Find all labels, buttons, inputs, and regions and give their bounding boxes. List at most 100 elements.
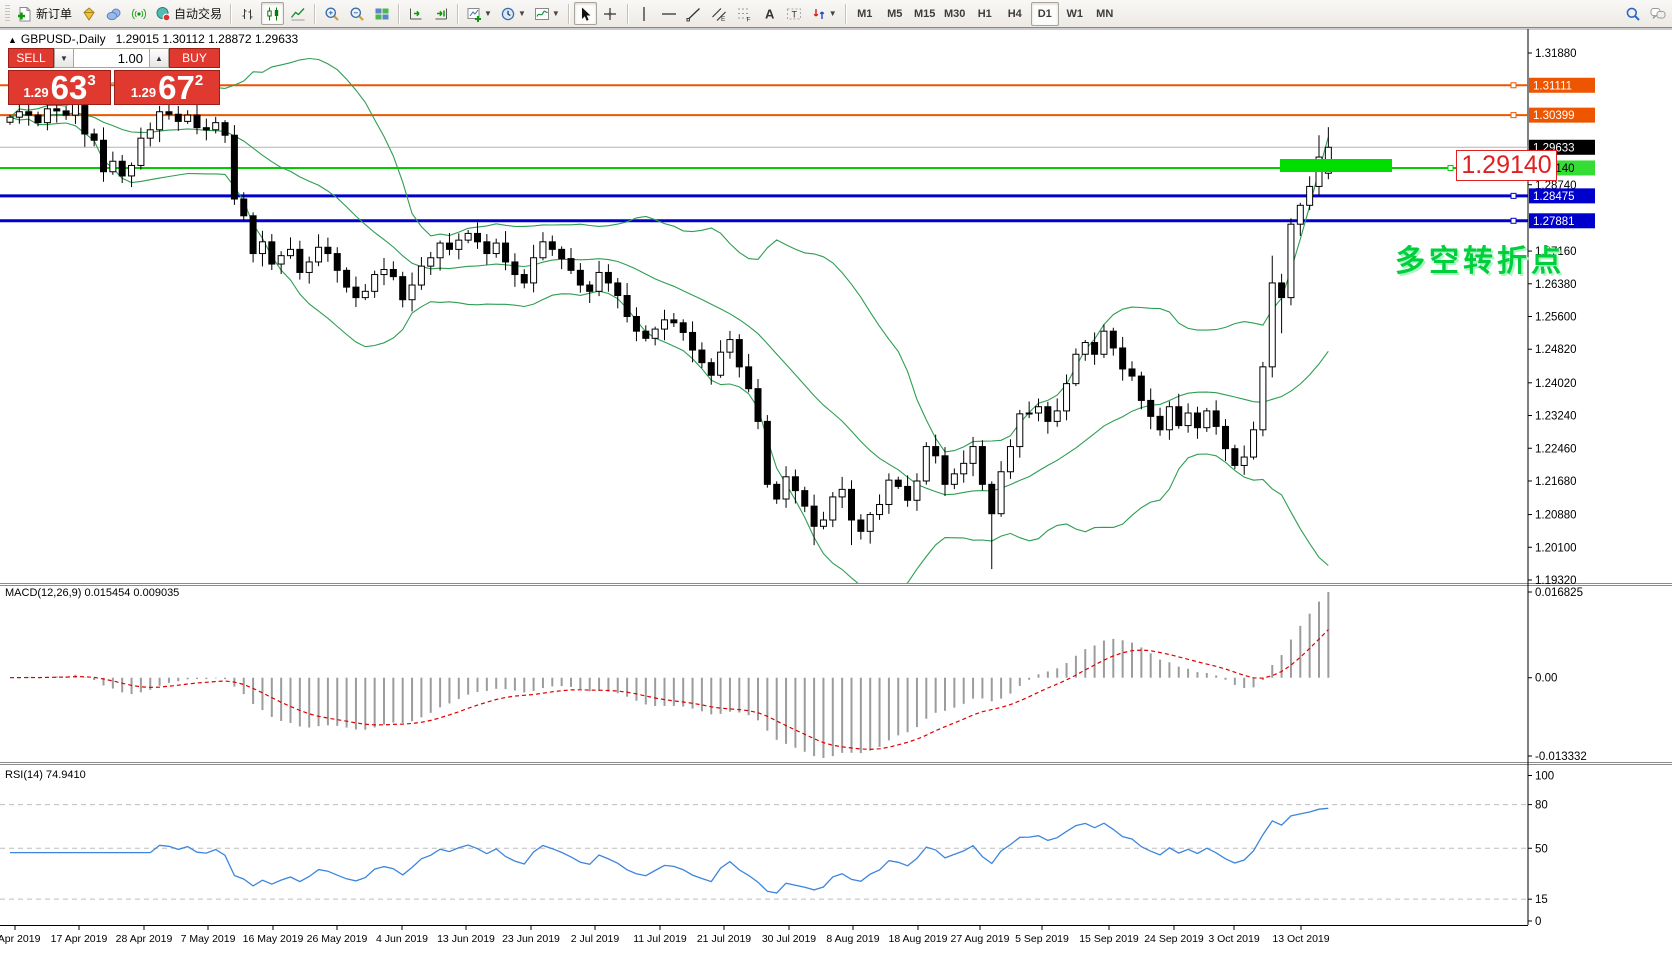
timeframe-m15-button[interactable]: M15 [911, 2, 939, 26]
candle-body [830, 497, 836, 520]
candle-body [1073, 354, 1079, 383]
price-label-1.30399-text: 1.30399 [1533, 110, 1575, 122]
candle-body [1307, 186, 1313, 205]
line-marker[interactable] [1511, 218, 1516, 223]
collapse-trade-panel-icon[interactable]: ▲ [8, 35, 17, 45]
price-tick-label: 1.24820 [1535, 344, 1577, 356]
templates-button[interactable]: ▼ [531, 2, 563, 25]
signals-button[interactable] [127, 2, 150, 25]
candle-body [1251, 430, 1257, 457]
candle-body [334, 254, 340, 271]
zoom-out-button[interactable] [345, 2, 368, 25]
timeframe-m1-button[interactable]: M1 [851, 2, 879, 26]
community-button[interactable] [102, 2, 125, 25]
candle-body [1204, 411, 1210, 428]
candle-body [605, 272, 611, 282]
timeframe-m30-button[interactable]: M30 [941, 2, 969, 26]
candle-body [147, 130, 153, 138]
buy-button[interactable]: BUY [169, 48, 220, 68]
candle-body [194, 115, 200, 128]
tile-windows-button[interactable] [370, 2, 393, 25]
buy-price-prefix: 1.29 [131, 83, 156, 103]
line-marker[interactable] [1448, 165, 1453, 170]
toolbar-separator [230, 4, 231, 24]
candle-body [690, 332, 696, 350]
volume-decrease-button[interactable]: ▼ [54, 48, 74, 68]
candle-body [1148, 400, 1154, 416]
rsi-axis-label: 15 [1535, 894, 1548, 906]
line-marker[interactable] [1511, 193, 1516, 198]
candles [7, 81, 1331, 569]
text-button[interactable]: A [758, 2, 781, 25]
candle-body [91, 134, 97, 140]
periods-button[interactable]: ▼ [497, 2, 529, 25]
timeframe-mn-button[interactable]: MN [1091, 2, 1119, 26]
svg-text:E: E [721, 16, 726, 22]
rsi-line [10, 808, 1328, 893]
template-icon [534, 6, 550, 22]
candle-body [269, 242, 275, 264]
timeframe-d1-button[interactable]: D1 [1031, 2, 1059, 26]
caret-down-icon: ▼ [552, 9, 560, 18]
volume-increase-button[interactable]: ▲ [149, 48, 169, 68]
candle-body [820, 520, 826, 526]
horizontal-line-button[interactable] [658, 2, 681, 25]
auto-trading-button[interactable]: 自动交易 [152, 2, 225, 25]
new-chart-button[interactable]: ▼ [463, 2, 495, 25]
candle-body [101, 140, 107, 171]
arrows-button[interactable]: ▼ [808, 2, 840, 25]
timeframe-h1-button[interactable]: H1 [971, 2, 999, 26]
candle-body [54, 109, 60, 111]
fibonacci-button[interactable]: F [733, 2, 756, 25]
candle-body [1045, 407, 1051, 422]
line-marker[interactable] [1511, 113, 1516, 118]
crosshair-icon [602, 6, 618, 22]
trendline-button[interactable] [683, 2, 706, 25]
volume-input[interactable]: 1.00 [74, 48, 149, 68]
gold-button[interactable] [77, 2, 100, 25]
candle-body [129, 165, 135, 175]
auto-scroll-button[interactable] [404, 2, 427, 25]
toolbar-separator [845, 4, 846, 24]
candle-body [1279, 283, 1285, 298]
candle-body [512, 262, 518, 275]
candle-body [961, 463, 967, 473]
line-chart-button[interactable] [286, 2, 309, 25]
new-order-button[interactable]: 新订单 [14, 2, 75, 25]
timeframe-h4-button[interactable]: H4 [1001, 2, 1029, 26]
candlestick-chart-button[interactable] [261, 2, 284, 25]
chart-shift-button[interactable] [429, 2, 452, 25]
candle-body [540, 242, 546, 258]
candle-body [970, 447, 976, 464]
equidistant-channel-button[interactable]: E [708, 2, 731, 25]
candle-body [531, 258, 537, 283]
candle-body [1007, 447, 1013, 472]
price-callout-box[interactable]: 1.29140 [1456, 150, 1557, 181]
annotation-text-cn[interactable]: 多空转折点 [1395, 236, 1565, 280]
candle-body [680, 323, 686, 333]
green-zone-rectangle[interactable] [1280, 159, 1392, 172]
candle-body [633, 317, 639, 332]
candle-body [1223, 426, 1229, 448]
timeframe-w1-button[interactable]: W1 [1061, 2, 1089, 26]
candle-body [708, 363, 714, 376]
crosshair-button[interactable] [599, 2, 622, 25]
sell-button[interactable]: SELL [8, 48, 54, 68]
vertical-line-button[interactable] [633, 2, 656, 25]
text-label-button[interactable]: T [783, 2, 806, 25]
bar-chart-button[interactable] [236, 2, 259, 25]
cursor-button[interactable] [574, 2, 597, 25]
candle-body [577, 270, 583, 285]
candle-body [1241, 457, 1247, 465]
chat-button[interactable] [1646, 2, 1669, 25]
timeframe-m5-button[interactable]: M5 [881, 2, 909, 26]
candle-body [923, 447, 929, 481]
zoom-in-button[interactable] [320, 2, 343, 25]
candle-body [1120, 348, 1126, 369]
sell-price[interactable]: 1.29 63 3 [8, 70, 111, 105]
search-button[interactable] [1621, 2, 1644, 25]
candle-body [559, 249, 565, 258]
buy-price[interactable]: 1.29 67 2 [114, 70, 220, 105]
candle-body [475, 233, 481, 241]
line-marker[interactable] [1511, 83, 1516, 88]
